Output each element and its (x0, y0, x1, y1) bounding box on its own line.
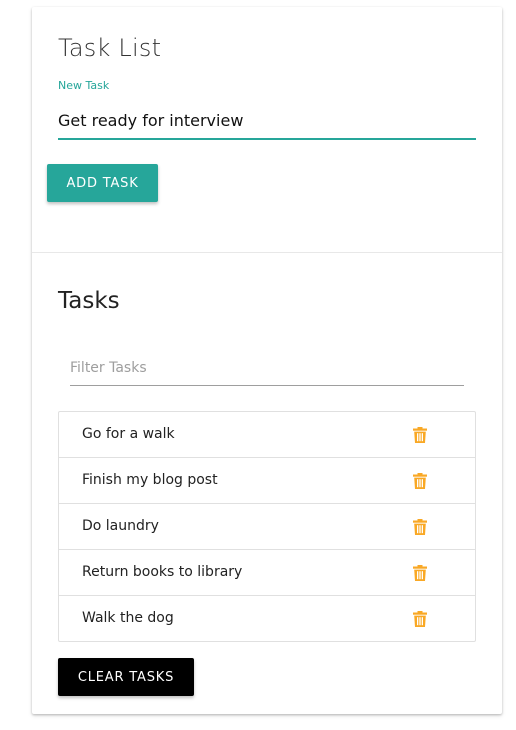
trash-icon[interactable] (413, 565, 427, 581)
task-text: Walk the dog (82, 610, 174, 626)
task-item: Go for a walk (59, 412, 475, 458)
trash-icon[interactable] (413, 473, 427, 489)
new-task-input[interactable] (58, 102, 476, 140)
filter-tasks-input[interactable] (70, 351, 464, 386)
task-item: Return books to library (59, 550, 475, 596)
task-text: Go for a walk (82, 426, 175, 442)
task-text: Do laundry (82, 518, 159, 534)
clear-tasks-button[interactable]: CLEAR TASKS (58, 658, 194, 696)
trash-icon[interactable] (413, 519, 427, 535)
trash-icon[interactable] (413, 611, 427, 627)
task-list: Go for a walk Finish my blog post Do lau… (58, 411, 476, 642)
trash-icon[interactable] (413, 427, 427, 443)
card-title: Task List (58, 34, 162, 62)
add-task-section: Task List New Task ADD TASK (32, 7, 502, 253)
add-task-button[interactable]: ADD TASK (47, 164, 158, 202)
task-item: Finish my blog post (59, 458, 475, 504)
task-item: Do laundry (59, 504, 475, 550)
task-card: Task List New Task ADD TASK Tasks Go for… (32, 7, 502, 714)
task-item: Walk the dog (59, 596, 475, 641)
tasks-title: Tasks (58, 288, 120, 314)
task-text: Return books to library (82, 564, 243, 580)
new-task-label: New Task (58, 79, 110, 92)
task-text: Finish my blog post (82, 472, 218, 488)
tasks-section: Tasks Go for a walk Finish my blog post (32, 253, 502, 714)
